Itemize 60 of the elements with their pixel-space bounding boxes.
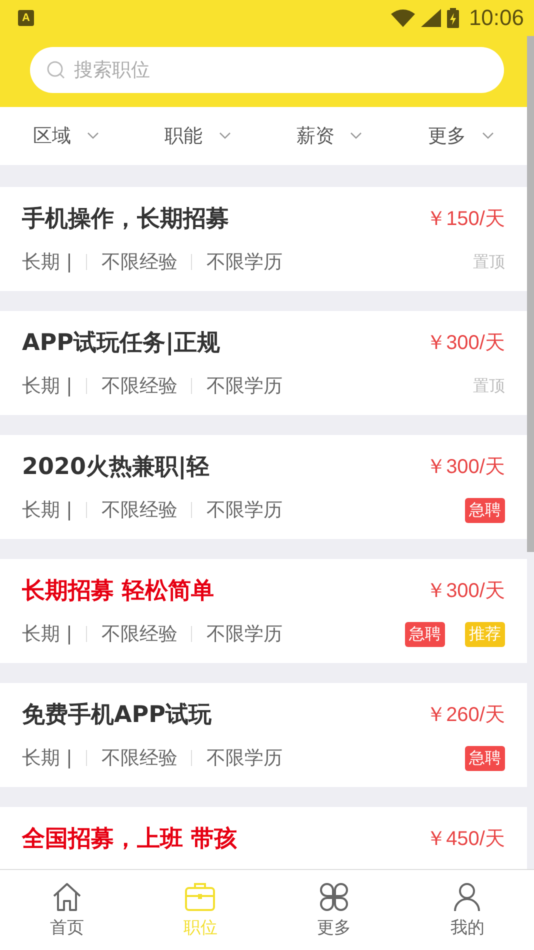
home-icon <box>50 882 83 912</box>
filter-dropdown[interactable]: 薪资 <box>264 107 396 165</box>
job-requirement: 长期 | <box>22 622 72 647</box>
job-card[interactable]: APP试玩任务|正规 ￥300/天 长期 | 不限经验 不限学历 置顶 <box>0 311 527 415</box>
search-icon <box>46 60 66 80</box>
chevron-down-icon <box>218 132 231 140</box>
job-requirement: 不限经验 <box>101 622 178 647</box>
filter-dropdown[interactable]: 职能 <box>132 107 264 165</box>
job-tag: 置顶 <box>473 374 505 398</box>
nav-tab[interactable]: 我的 <box>400 870 534 950</box>
job-card[interactable]: 全国招募，上班 带孩 ￥450/天 <box>0 807 527 869</box>
job-tag: 急聘 <box>405 622 445 646</box>
wifi-icon <box>390 9 415 27</box>
job-requirement: 不限学历 <box>206 746 282 771</box>
job-card[interactable]: 手机操作，长期招募 ￥150/天 长期 | 不限经验 不限学历 置顶 <box>0 187 527 291</box>
job-card[interactable]: 2020火热兼职|轻 ￥300/天 长期 | 不限经验 不限学历 急聘 <box>0 435 527 539</box>
job-requirement: 长期 | <box>22 250 72 275</box>
nav-tab[interactable]: 更多 <box>267 870 400 950</box>
job-requirement: 不限学历 <box>206 498 282 523</box>
job-requirement: 不限经验 <box>101 374 178 399</box>
job-title: 长期招募 轻松简单 <box>22 576 214 606</box>
nav-tab[interactable]: 首页 <box>0 870 134 950</box>
salary-text: ￥300/天 <box>426 330 505 356</box>
clock-time: 10:06 <box>468 5 524 31</box>
job-tag: 推荐 <box>465 622 505 646</box>
job-title: 全国招募，上班 带孩 <box>22 824 238 854</box>
chevron-down-icon <box>482 132 494 140</box>
job-card[interactable]: 免费手机APP试玩 ￥260/天 长期 | 不限经验 不限学历 急聘 <box>0 683 527 787</box>
job-title: 手机操作，长期招募 <box>22 204 229 234</box>
job-tag: 置顶 <box>473 250 505 274</box>
job-title: 免费手机APP试玩 <box>22 700 212 730</box>
job-requirement: 长期 | <box>22 374 72 399</box>
chevron-down-icon <box>350 132 362 140</box>
job-requirement: 不限经验 <box>101 250 178 275</box>
job-tag: 急聘 <box>465 498 505 522</box>
job-requirement: 不限学历 <box>206 622 282 647</box>
job-requirement: 长期 | <box>22 746 72 771</box>
search-field[interactable]: 搜索职位 <box>30 47 504 93</box>
job-requirement: 不限学历 <box>206 250 282 275</box>
filter-dropdown[interactable]: 更多 <box>395 107 527 165</box>
app-notification-icon: A <box>18 10 34 26</box>
job-card[interactable]: 长期招募 轻松简单 ￥300/天 长期 | 不限经验 不限学历 急聘 推荐 <box>0 559 527 663</box>
salary-text: ￥260/天 <box>426 702 505 728</box>
job-requirement: 不限经验 <box>101 498 178 523</box>
briefcase-icon <box>184 882 216 912</box>
job-title: APP试玩任务|正规 <box>22 328 220 358</box>
job-title: 2020火热兼职|轻 <box>22 452 210 482</box>
job-requirement: 不限学历 <box>206 374 282 399</box>
salary-text: ￥150/天 <box>426 206 505 232</box>
battery-icon <box>446 8 459 28</box>
signal-icon <box>420 9 441 27</box>
job-requirement: 长期 | <box>22 498 72 523</box>
salary-text: ￥450/天 <box>426 826 505 852</box>
salary-text: ￥300/天 <box>426 578 505 604</box>
filter-dropdown[interactable]: 区域 <box>0 107 132 165</box>
salary-text: ￥300/天 <box>426 454 505 480</box>
clover-grid-icon <box>318 882 350 912</box>
chevron-down-icon <box>86 132 99 140</box>
job-requirement: 不限经验 <box>101 746 178 771</box>
job-tag: 急聘 <box>465 746 505 770</box>
